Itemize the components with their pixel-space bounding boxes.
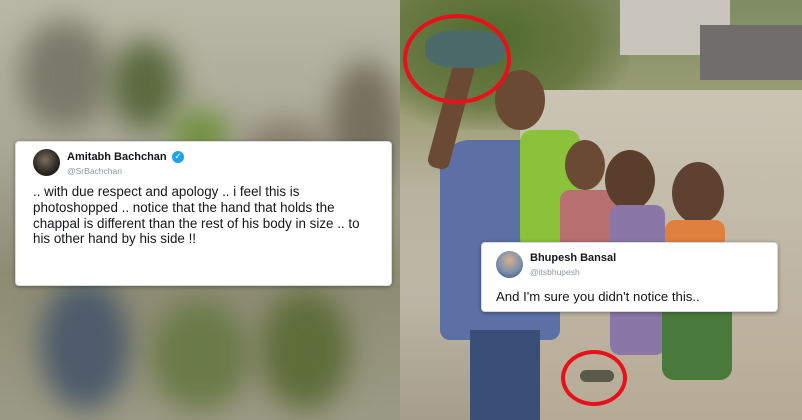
tweet-author-handle[interactable]: @SrBachchan <box>67 166 122 176</box>
avatar[interactable] <box>33 149 60 176</box>
tweet-author-handle[interactable]: @itsbhupesh <box>530 267 580 277</box>
tweet-author-name[interactable]: Amitabh Bachchan <box>67 151 167 163</box>
avatar[interactable] <box>496 251 523 278</box>
verified-check-icon: ✓ <box>172 151 184 163</box>
tweet-text: .. with due respect and apology .. i fee… <box>33 184 360 247</box>
highlight-circle-feet <box>561 350 627 406</box>
tweet-card-bhupesh[interactable]: Bhupesh Bansal @itsbhupesh And I'm sure … <box>481 242 778 312</box>
tweet-author-name[interactable]: Bhupesh Bansal <box>530 252 616 264</box>
tweet-text: And I'm sure you didn't notice this.. <box>496 289 700 304</box>
tweet-card-amitabh[interactable]: Amitabh Bachchan ✓ @SrBachchan .. with d… <box>15 141 392 286</box>
highlight-circle-chappal <box>403 14 511 104</box>
